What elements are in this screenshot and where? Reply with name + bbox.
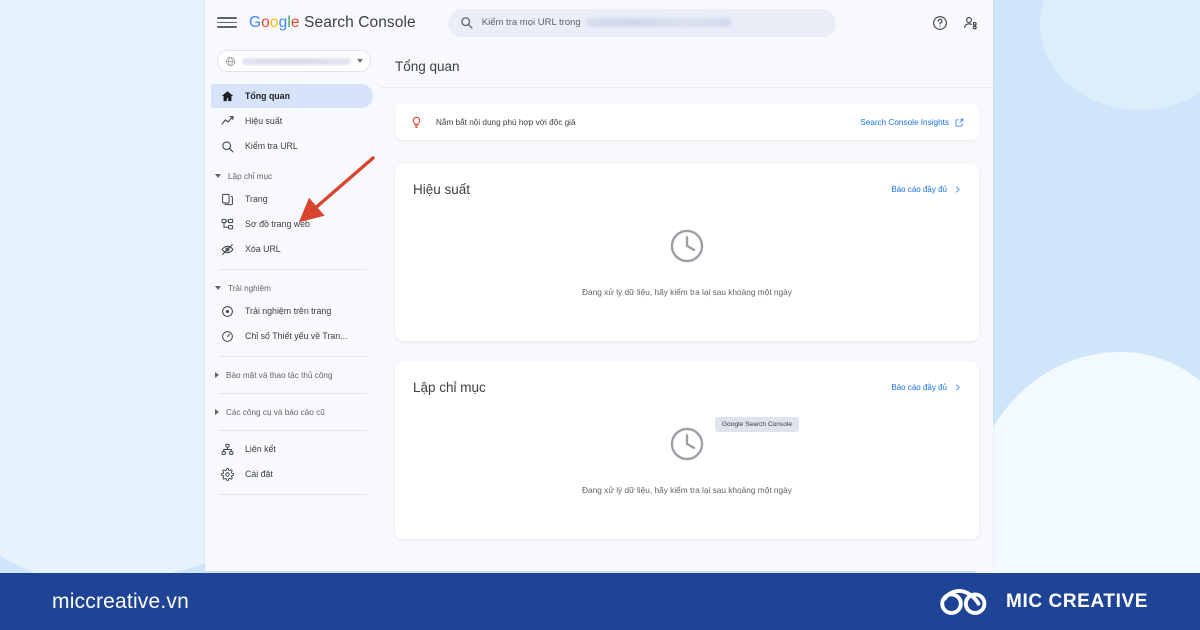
sidebar-divider <box>219 269 367 270</box>
sidebar-item-label: Chỉ số Thiết yếu về Tran... <box>245 331 348 341</box>
insights-banner-text: Nắm bắt nội dung phù hợp với độc giả <box>436 117 576 127</box>
core-web-vitals-icon <box>222 330 233 342</box>
tooltip-badge: Google Search Console <box>715 417 800 432</box>
page-title: Tổng quan <box>381 45 993 88</box>
globe-icon <box>225 56 236 66</box>
card-title: Hiệu suất <box>413 182 471 197</box>
top-bar: Google Search Console Kiểm tra mọi URL t… <box>205 0 993 45</box>
sidebar-item-label: Cài đặt <box>245 469 273 479</box>
clock-icon <box>670 229 704 263</box>
card-empty-state: Đang xử lý dữ liệu, hãy kiểm tra lại sau… <box>395 197 979 341</box>
brand-product-label: Search Console <box>304 13 416 31</box>
sidebar-item-links[interactable]: Liên kết <box>211 437 373 461</box>
card-title: Lập chỉ mục <box>413 380 486 395</box>
clock-icon <box>670 427 704 461</box>
card-empty-state: Đang xử lý dữ liệu, hãy kiểm tra lại sau… <box>395 395 979 539</box>
search-placeholder: Kiểm tra mọi URL trong <box>481 17 581 28</box>
sidebar-item-label: Sơ đồ trang web <box>245 219 310 229</box>
sidebar-section-label: Bảo mật và thao tác thủ công <box>226 370 333 380</box>
search-console-insights-link[interactable]: Search Console Insights <box>860 118 964 127</box>
sidebar-section-experience[interactable]: Trải nghiệm <box>205 278 381 298</box>
chevron-down-icon <box>357 59 363 63</box>
sidebar-item-label: Liên kết <box>245 444 276 454</box>
sidebar-item-core-web-vitals[interactable]: Chỉ số Thiết yếu về Tran... <box>211 324 373 348</box>
triangle-right-icon <box>215 409 219 415</box>
insights-link-label: Search Console Insights <box>860 117 949 127</box>
sidebar-item-label: Xóa URL <box>245 244 281 254</box>
footer-brand-name: MIC CREATIVE <box>1006 590 1148 612</box>
sidebar-item-sitemaps[interactable]: Sơ đồ trang web <box>211 212 373 236</box>
property-selector[interactable] <box>217 50 371 72</box>
performance-card: Hiệu suất Báo cáo đầy đủ Đang xử lý dữ l… <box>395 164 979 341</box>
sidebar-item-label: Tổng quan <box>245 91 290 101</box>
search-console-window: Google Search Console Kiểm tra mọi URL t… <box>205 0 993 571</box>
sidebar-section-label: Lập chỉ mục <box>228 171 273 181</box>
sidebar-divider <box>219 356 367 357</box>
performance-trend-icon <box>221 115 234 125</box>
card-header: Lập chỉ mục Báo cáo đầy đủ <box>395 362 979 395</box>
sidebar-item-settings[interactable]: Cài đặt <box>211 462 373 486</box>
top-bar-actions <box>932 0 979 45</box>
sidebar-item-pages[interactable]: Trang <box>211 187 373 211</box>
footer-bar: miccreative.vn MIC CREATIVE <box>0 573 1200 630</box>
app-brand: Google Search Console <box>249 13 416 31</box>
footer-brand: MIC CREATIVE <box>938 587 1148 617</box>
help-circle-icon[interactable] <box>932 15 948 31</box>
gear-icon <box>221 467 234 481</box>
url-inspection-search-input[interactable]: Kiểm tra mọi URL trong <box>447 8 836 37</box>
account-person-icon[interactable] <box>963 15 979 31</box>
sidebar-section-security-manual-actions[interactable]: Bảo mật và thao tác thủ công <box>205 365 381 385</box>
sidebar-item-removals[interactable]: Xóa URL <box>211 237 373 261</box>
removals-eye-slash-icon <box>221 243 234 255</box>
property-name-redacted <box>242 57 351 65</box>
card-empty-text: Đang xử lý dữ liệu, hãy kiểm tra lại sau… <box>582 287 792 297</box>
sidebar-item-url-inspection[interactable]: Kiểm tra URL <box>211 134 373 158</box>
home-icon <box>221 90 234 101</box>
card-header: Hiệu suất Báo cáo đầy đủ <box>395 164 979 197</box>
sidebar-nav: Tổng quan Hiệu suất Kiểm tra URL Lập chỉ… <box>205 45 381 571</box>
sidebar-divider <box>219 393 367 394</box>
sidebar-divider <box>219 494 367 495</box>
sidebar-item-page-experience[interactable]: Trải nghiệm trên trang <box>211 299 373 323</box>
triangle-down-icon <box>215 286 221 290</box>
lightbulb-icon <box>412 116 421 128</box>
search-icon <box>461 17 473 29</box>
card-empty-text: Đang xử lý dữ liệu, hãy kiểm tra lại sau… <box>582 485 792 495</box>
full-report-link[interactable]: Báo cáo đầy đủ <box>891 185 961 194</box>
triangle-right-icon <box>215 372 219 378</box>
full-report-link[interactable]: Báo cáo đầy đủ <box>891 383 961 392</box>
sidebar-item-overview[interactable]: Tổng quan <box>211 84 373 108</box>
triangle-down-icon <box>215 174 221 178</box>
full-report-label: Báo cáo đầy đủ <box>891 185 947 194</box>
search-console-insights-banner: Nắm bắt nội dung phù hợp với độc giả Sea… <box>395 104 979 140</box>
page-experience-icon <box>222 305 233 317</box>
sidebar-section-indexing[interactable]: Lập chỉ mục <box>205 166 381 186</box>
redacted-property-url <box>585 18 731 27</box>
sidebar-divider <box>219 430 367 431</box>
sidebar-item-label: Kiểm tra URL <box>245 141 298 151</box>
sidebar-item-performance[interactable]: Hiệu suất <box>211 109 373 133</box>
hamburger-menu-icon[interactable] <box>217 13 237 33</box>
main-inner: Nắm bắt nội dung phù hợp với độc giả Sea… <box>381 88 993 539</box>
sidebar-item-label: Trải nghiệm trên trang <box>245 306 332 316</box>
indexing-card: Lập chỉ mục Báo cáo đầy đủ Google Search… <box>395 362 979 539</box>
chevron-right-icon <box>955 186 960 193</box>
pages-icon <box>222 193 233 205</box>
sidebar-item-label: Hiệu suất <box>245 116 283 126</box>
main-content: Tổng quan Nắm bắt nội dung phù hợp với đ… <box>381 45 993 571</box>
chevron-right-icon <box>955 384 960 391</box>
infinity-knot-logo-icon <box>940 588 987 615</box>
sitemap-icon <box>221 218 234 229</box>
sidebar-section-legacy-tools[interactable]: Các công cụ và báo cáo cũ <box>205 402 381 422</box>
sidebar-item-label: Trang <box>245 194 268 204</box>
links-icon <box>221 443 234 455</box>
search-icon <box>222 140 234 152</box>
sidebar-section-label: Các công cụ và báo cáo cũ <box>226 407 325 417</box>
app-body: Tổng quan Hiệu suất Kiểm tra URL Lập chỉ… <box>205 45 993 571</box>
external-link-icon <box>955 118 964 126</box>
full-report-label: Báo cáo đầy đủ <box>891 383 947 392</box>
footer-website-url: miccreative.vn <box>52 589 190 613</box>
sidebar-section-label: Trải nghiệm <box>228 283 271 293</box>
